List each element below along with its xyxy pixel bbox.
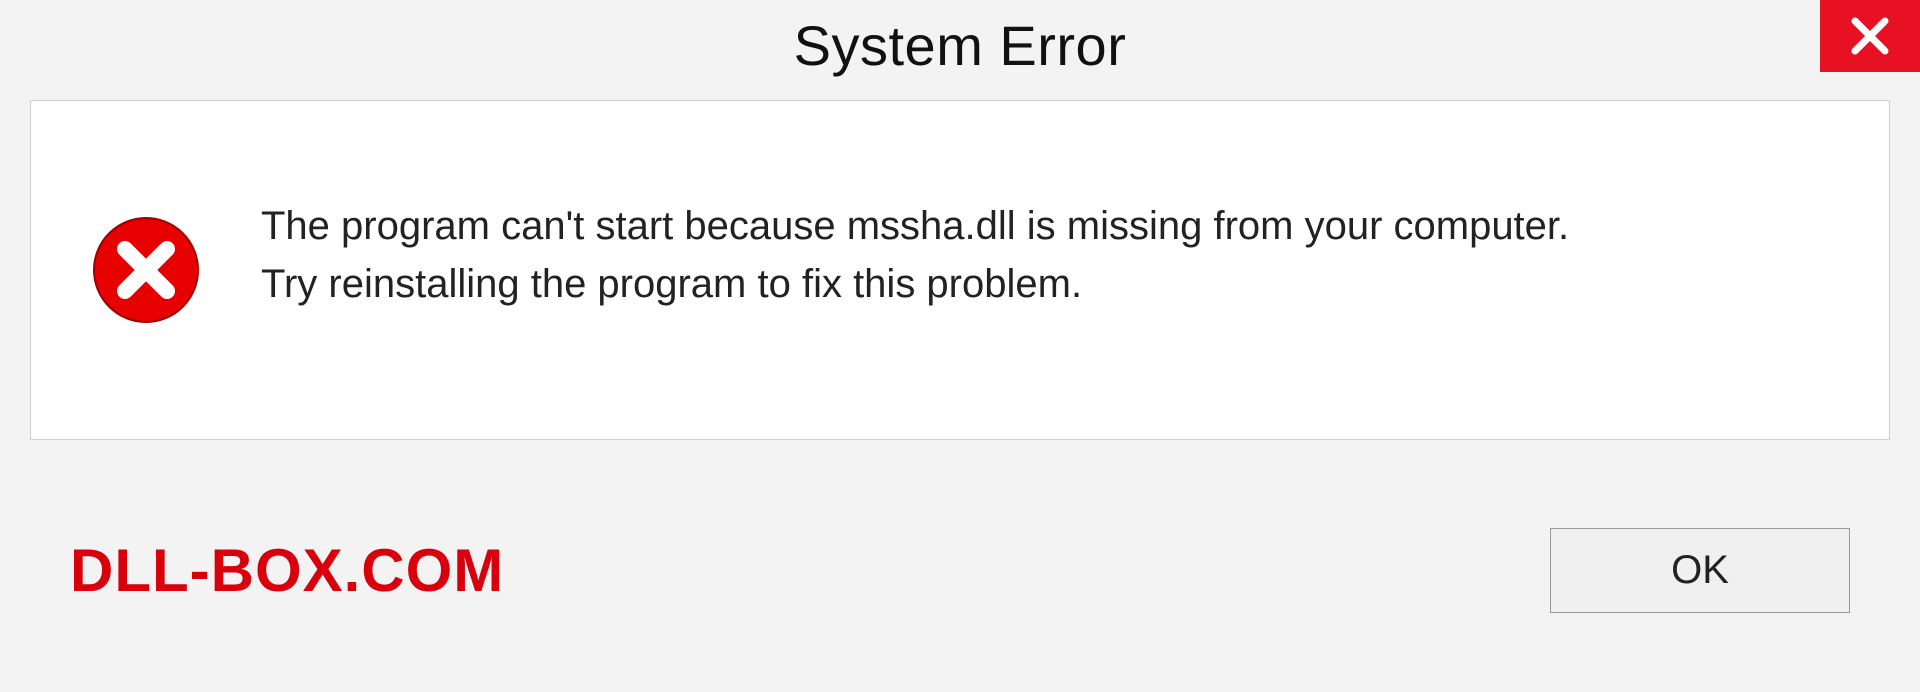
dialog-footer: DLL-BOX.COM OK bbox=[30, 440, 1890, 660]
error-icon bbox=[91, 215, 201, 325]
close-icon bbox=[1849, 15, 1891, 57]
dialog-title: System Error bbox=[794, 13, 1127, 78]
dialog-titlebar: System Error bbox=[0, 0, 1920, 90]
dialog-content: The program can't start because mssha.dl… bbox=[30, 100, 1890, 440]
message-line-1: The program can't start because mssha.dl… bbox=[261, 197, 1829, 255]
brand-watermark: DLL-BOX.COM bbox=[70, 536, 504, 605]
message-line-2: Try reinstalling the program to fix this… bbox=[261, 255, 1829, 313]
ok-button[interactable]: OK bbox=[1550, 528, 1850, 613]
close-button[interactable] bbox=[1820, 0, 1920, 72]
ok-button-label: OK bbox=[1671, 548, 1729, 593]
dialog-message: The program can't start because mssha.dl… bbox=[261, 197, 1829, 343]
